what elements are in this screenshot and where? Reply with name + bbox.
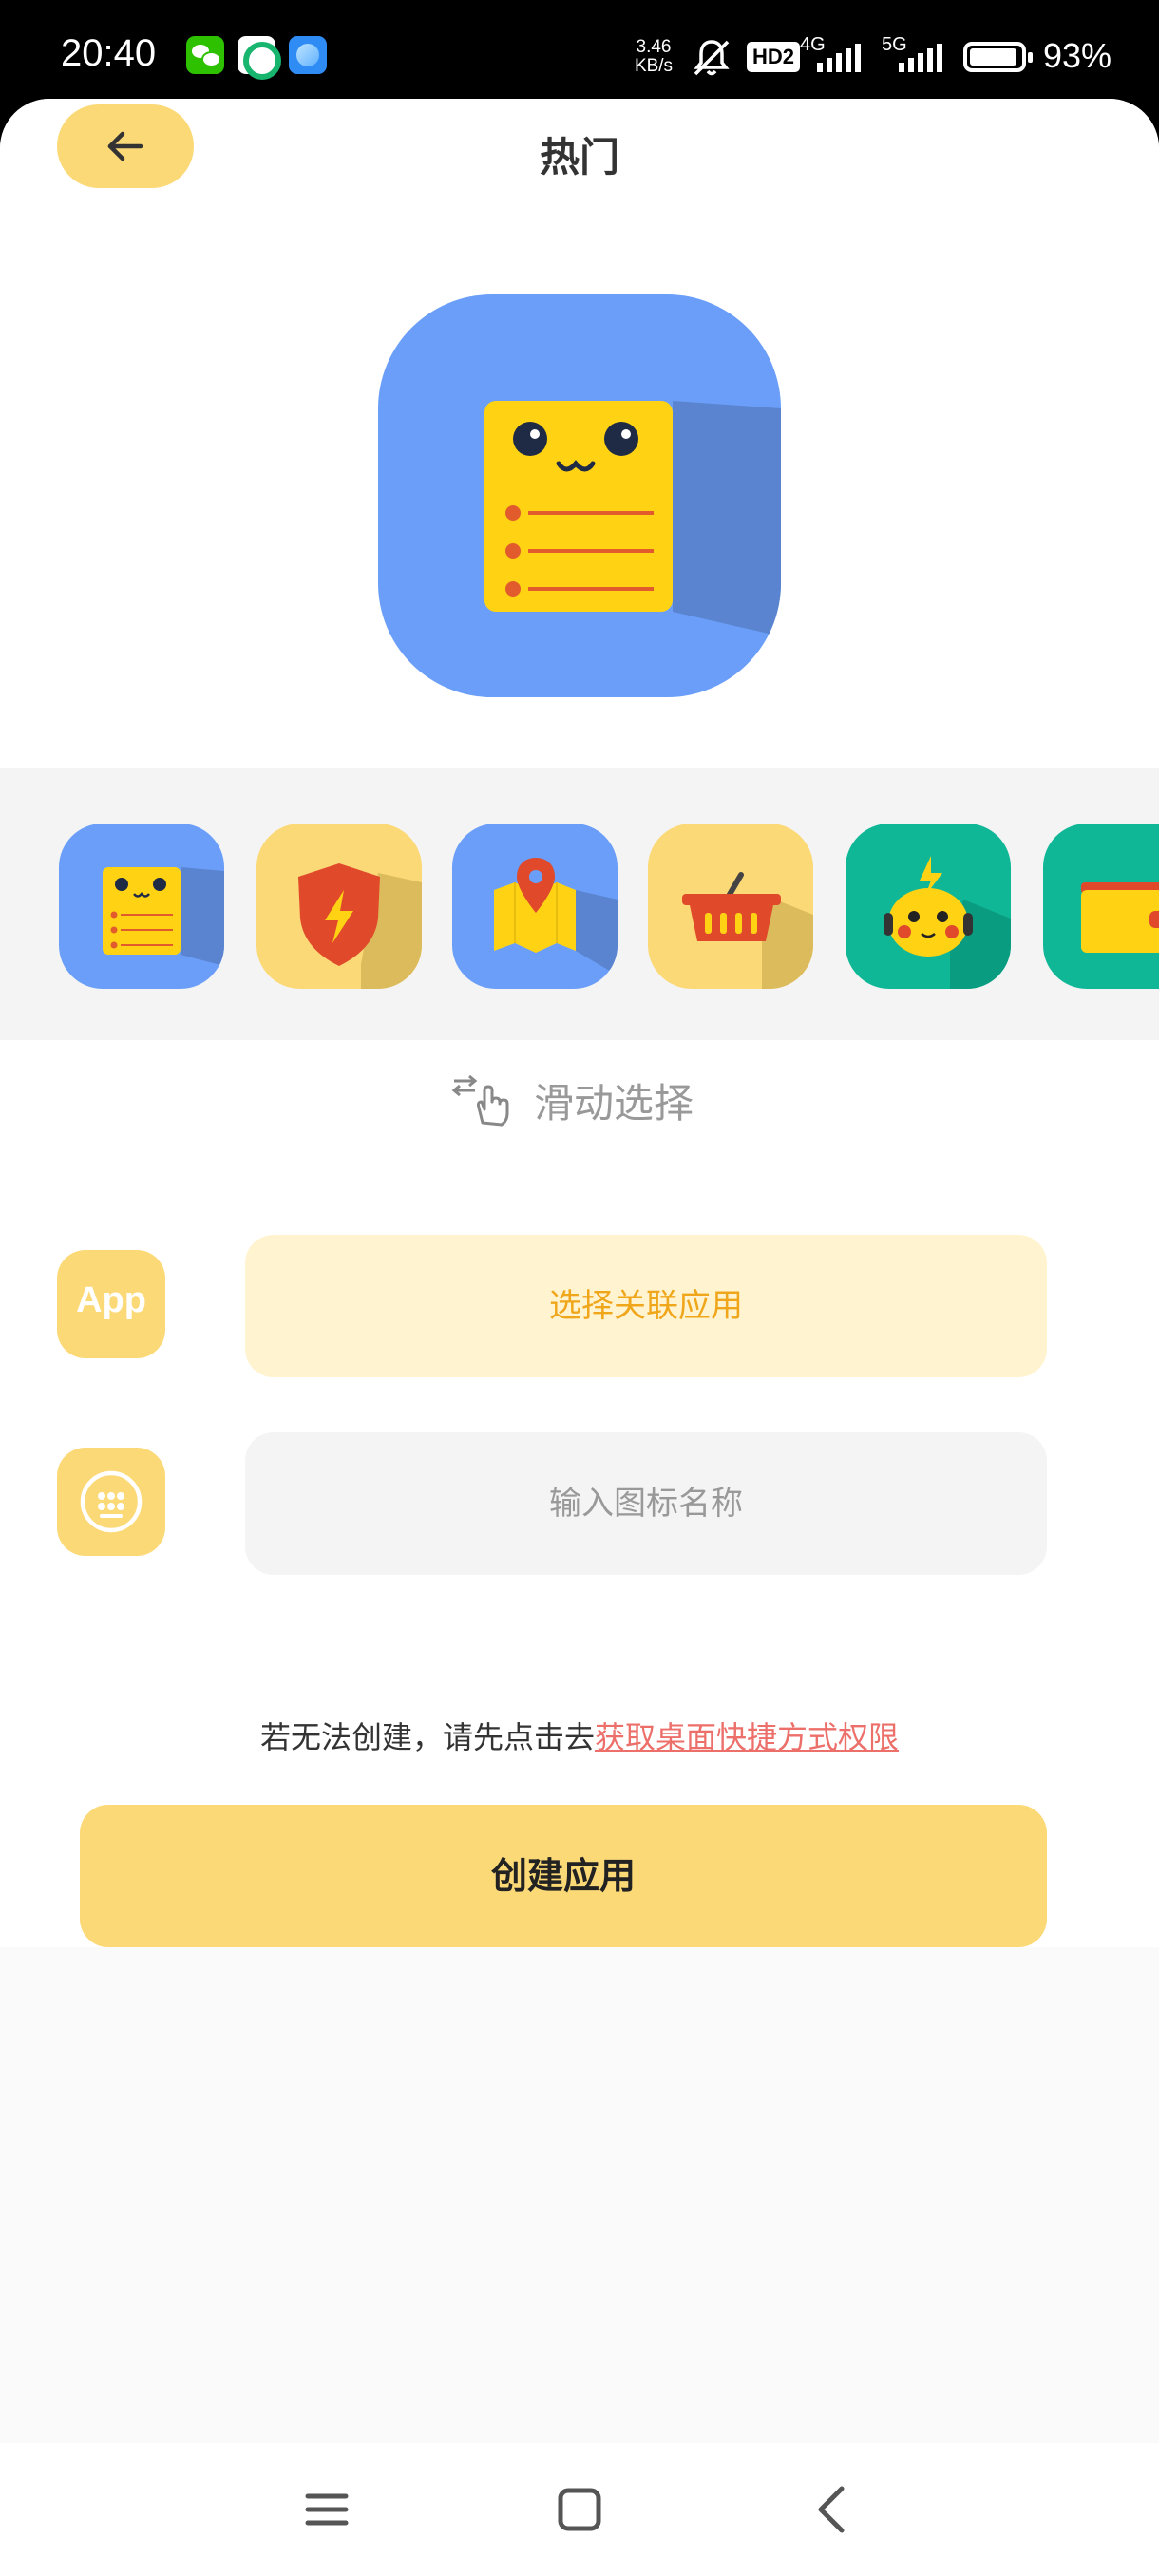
- green-app-icon: [238, 36, 281, 80]
- notepad-face-icon: [484, 401, 781, 636]
- page-title: 热门: [539, 134, 619, 180]
- status-bar: 20:40 3.46 KB/s HD2 4G 5G 93%: [0, 0, 1159, 104]
- icon-name-input[interactable]: [245, 1432, 1047, 1575]
- network-speed-value: 3.46: [636, 37, 672, 57]
- menu-icon: [305, 2493, 349, 2526]
- swipe-hand-icon: [451, 1074, 509, 1127]
- carousel-item[interactable]: [256, 824, 422, 989]
- browser-icon: [289, 36, 327, 74]
- icon-carousel[interactable]: [0, 768, 1159, 1040]
- wechat-icon: [186, 36, 224, 74]
- shortcut-permission-link[interactable]: 获取桌面快捷方式权限: [595, 1719, 899, 1755]
- shield-bolt-icon: [298, 863, 422, 989]
- status-time: 20:40: [61, 32, 157, 74]
- network-speed: 3.46 KB/s: [631, 38, 676, 76]
- app-badge-label: App: [76, 1280, 146, 1320]
- carousel-item[interactable]: [59, 824, 224, 989]
- carousel-item[interactable]: [452, 824, 618, 989]
- swipe-hint: 滑动选择: [0, 1064, 1159, 1130]
- back-chevron-icon: [818, 2486, 845, 2533]
- mute-bell-icon: [694, 40, 730, 76]
- name-badge: [57, 1448, 165, 1556]
- selected-icon-preview: [378, 294, 781, 697]
- network-speed-unit: KB/s: [634, 56, 674, 76]
- pikachu-icon: [884, 856, 1011, 989]
- system-nav-bar: [0, 2443, 1159, 2576]
- editor-panel: 热门 滑动选择 App 选择关联应用 输入图标名称 若无法创建，请先点击去获取桌…: [0, 99, 1159, 1947]
- signal-4g-icon: [817, 44, 861, 72]
- permission-notice: 若无法创建，请先点击去获取桌面快捷方式权限: [0, 1714, 1159, 1757]
- wallet-icon: [1081, 882, 1159, 953]
- notepad-face-icon: [103, 867, 224, 966]
- keypad-icon: [80, 1470, 142, 1533]
- carousel-item[interactable]: [846, 824, 1011, 989]
- battery-icon: [963, 42, 1033, 72]
- hd-badge: HD2: [747, 42, 801, 72]
- select-app-button[interactable]: 选择关联应用: [245, 1235, 1047, 1377]
- carousel-item[interactable]: [1043, 824, 1159, 989]
- app-badge: App: [57, 1250, 165, 1358]
- basket-icon: [682, 872, 813, 989]
- home-button[interactable]: [551, 2481, 608, 2538]
- back-nav-button[interactable]: [804, 2481, 861, 2538]
- battery-percent: 93%: [1043, 36, 1112, 75]
- swipe-hint-text: 滑动选择: [534, 1080, 694, 1127]
- menu-button[interactable]: [298, 2481, 355, 2538]
- carousel-item[interactable]: [648, 824, 813, 989]
- create-app-button[interactable]: 创建应用: [80, 1805, 1047, 1947]
- app-screen: 热门 滑动选择 App 选择关联应用 输入图标名称 若无法创建，请先点击去获取桌…: [0, 99, 1159, 2576]
- home-square-icon: [558, 2488, 601, 2531]
- signal-5g-icon: [899, 44, 942, 72]
- map-pin-icon: [494, 858, 618, 975]
- permission-notice-text: 若无法创建，请先点击去: [259, 1719, 595, 1755]
